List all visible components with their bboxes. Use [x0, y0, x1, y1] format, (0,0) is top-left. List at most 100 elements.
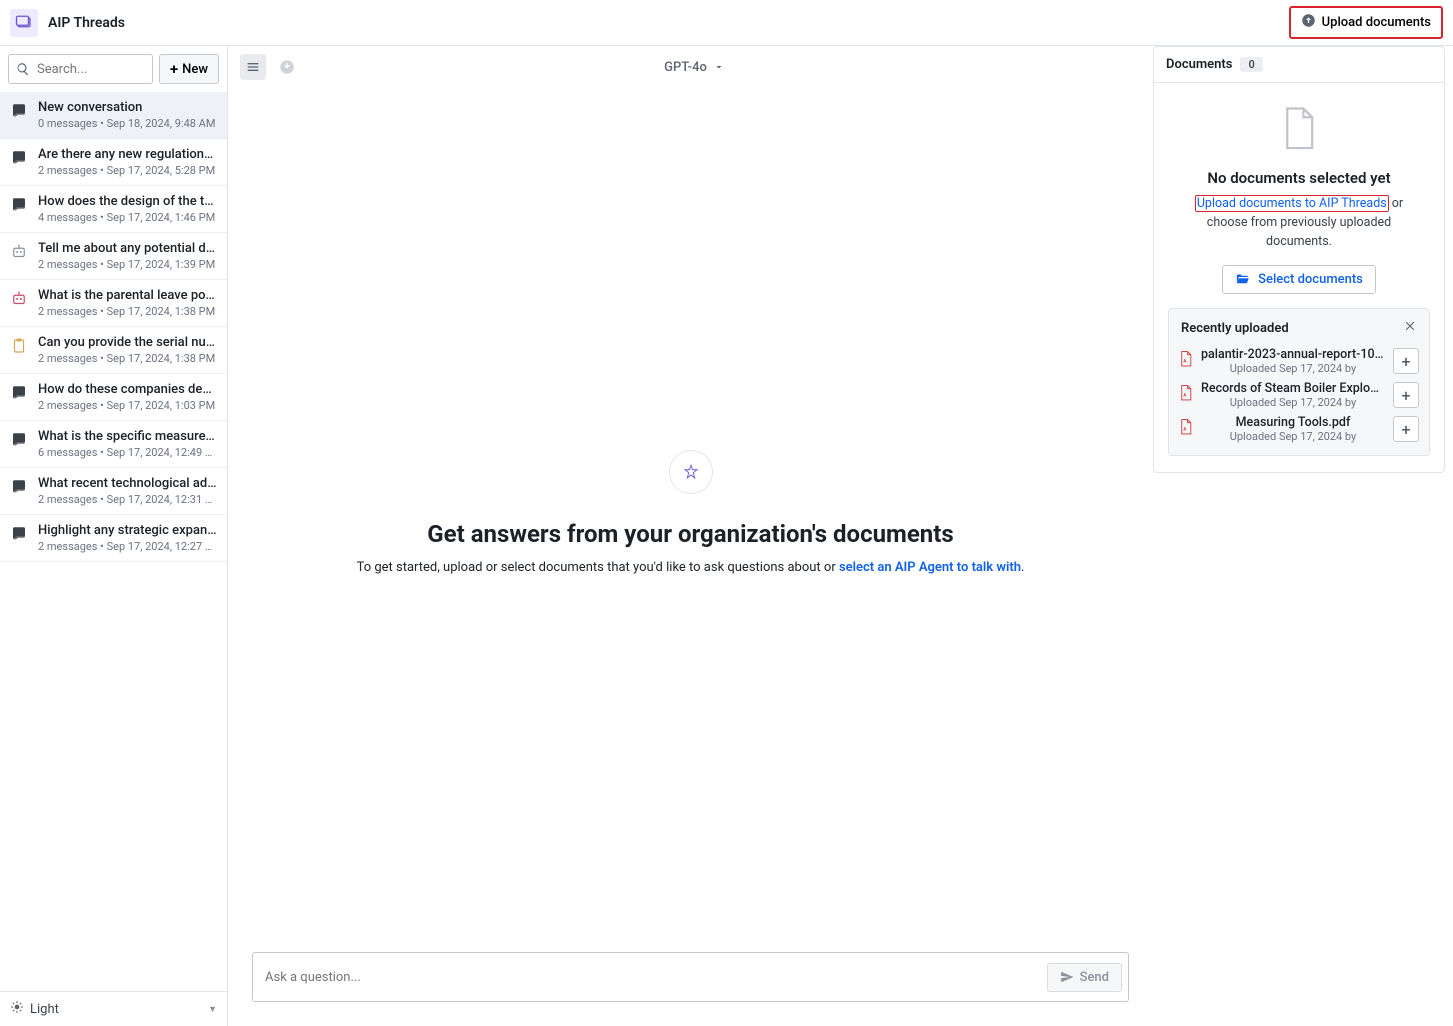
- chat-icon: [10, 149, 30, 177]
- close-recent-button[interactable]: [1403, 319, 1417, 337]
- recent-file-name: Records of Steam Boiler Explosion…: [1201, 381, 1385, 396]
- conversation-item[interactable]: New conversation0 messages • Sep 18, 202…: [0, 92, 227, 139]
- chevron-down-icon: [713, 61, 725, 73]
- app-root: AIP Threads Upload documents + New New: [0, 0, 1453, 1026]
- documents-empty-title: No documents selected yet: [1207, 169, 1390, 187]
- conversation-item[interactable]: How do these companies describ… 2 message…: [0, 374, 227, 421]
- center-column: GPT-4o Get answers from your organizatio…: [228, 46, 1153, 1026]
- sun-icon: [10, 1000, 24, 1018]
- conversation-item[interactable]: What is the specific measuremen…6 messag…: [0, 421, 227, 468]
- recent-header: Recently uploaded: [1169, 309, 1429, 347]
- chat-icon: [10, 196, 30, 224]
- recent-card: Recently uploaded Apalantir-2023-annual-…: [1168, 308, 1430, 456]
- conversation-item[interactable]: Can you provide the serial numb… 2 messag…: [0, 327, 227, 374]
- model-label: GPT-4o: [664, 60, 707, 75]
- question-input[interactable]: [265, 953, 1047, 1001]
- conversation-title: How do these companies describ…: [38, 382, 217, 397]
- center-subtext-suffix: .: [1021, 560, 1024, 575]
- search-wrap: [8, 54, 153, 84]
- recent-texts: palantir-2023-annual-report-10K.pdfUploa…: [1201, 347, 1385, 375]
- conversation-meta: 2 messages • Sep 17, 2024, 5:28 PM: [38, 164, 217, 177]
- add-document-button[interactable]: +: [1393, 348, 1419, 374]
- download-icon: [279, 59, 295, 75]
- svg-text:A: A: [1183, 428, 1186, 433]
- list-icon: [245, 59, 261, 75]
- conversation-title: What is the specific measuremen…: [38, 429, 217, 444]
- list-toggle-button[interactable]: [240, 54, 266, 80]
- pdf-icon: A: [1179, 351, 1193, 371]
- conversation-item[interactable]: What recent technological advan…2 messag…: [0, 468, 227, 515]
- documents-header: Documents 0: [1154, 47, 1444, 83]
- documents-empty-text: Upload documents to AIP Threads or choos…: [1179, 195, 1419, 251]
- clipboard-icon: [10, 337, 30, 365]
- robot-icon: [10, 243, 30, 271]
- conversation-title: Can you provide the serial numb…: [38, 335, 217, 350]
- conversation-text: New conversation0 messages • Sep 18, 202…: [38, 100, 215, 130]
- center-headline: Get answers from your organization's doc…: [427, 520, 953, 548]
- add-document-button[interactable]: +: [1393, 382, 1419, 408]
- conversation-list: New conversation0 messages • Sep 18, 202…: [0, 92, 227, 991]
- document-icon: [1281, 107, 1317, 155]
- sidebar: + New New conversation0 messages • Sep 1…: [0, 46, 228, 1026]
- documents-body: No documents selected yet Upload documen…: [1154, 83, 1444, 472]
- pdf-icon: A: [1179, 419, 1193, 439]
- app-icon: [10, 9, 38, 37]
- recent-file-meta: Uploaded Sep 17, 2024 by: [1201, 396, 1385, 409]
- close-icon: [1403, 319, 1417, 333]
- select-documents-button[interactable]: Select documents: [1222, 265, 1376, 294]
- recent-item: A Measuring Tools.pdfUploaded Sep 17, 202…: [1179, 415, 1419, 443]
- send-button[interactable]: Send: [1047, 963, 1122, 992]
- documents-card: Documents 0 No documents selected yet Up…: [1153, 46, 1445, 473]
- app-title: AIP Threads: [48, 15, 125, 31]
- chat-icon: [10, 102, 30, 130]
- orb-icon: [669, 450, 713, 494]
- upload-documents-link[interactable]: Upload documents to AIP Threads: [1195, 195, 1389, 212]
- conversation-meta: 2 messages • Sep 17, 2024, 12:31 PM: [38, 493, 217, 506]
- theme-selector[interactable]: Light ▼: [0, 991, 227, 1026]
- recent-file-name: palantir-2023-annual-report-10K.pdf: [1201, 347, 1385, 362]
- select-agent-link[interactable]: select an AIP Agent to talk with: [839, 560, 1021, 575]
- topbar-left: AIP Threads: [10, 9, 125, 37]
- conversation-item[interactable]: Highlight any strategic expansion…2 mess…: [0, 515, 227, 562]
- conversation-item[interactable]: How does the design of the taper …4 mess…: [0, 186, 227, 233]
- chat-icon: [10, 478, 30, 506]
- download-button[interactable]: [274, 54, 300, 80]
- chat-icon: [10, 384, 30, 412]
- conversation-title: Tell me about any potential disr…: [38, 241, 217, 256]
- new-conversation-button[interactable]: + New: [159, 54, 219, 84]
- plus-icon: +: [170, 60, 178, 78]
- conversation-item[interactable]: What is the parental leave policy?2 mess…: [0, 280, 227, 327]
- topbar: AIP Threads Upload documents: [0, 0, 1453, 46]
- recent-file-meta: Uploaded Sep 17, 2024 by: [1201, 362, 1385, 375]
- chevron-down-icon: ▼: [208, 1004, 217, 1015]
- conversation-text: How do these companies describ… 2 message…: [38, 382, 217, 412]
- model-selector[interactable]: GPT-4o: [308, 60, 1081, 75]
- conversation-text: What is the specific measuremen…6 messag…: [38, 429, 217, 459]
- conversation-title: Are there any new regulations ap…: [38, 147, 217, 162]
- center-subtext-prefix: To get started, upload or select documen…: [357, 560, 839, 575]
- svg-text:A: A: [1183, 360, 1186, 365]
- conversation-title: What is the parental leave policy?: [38, 288, 217, 303]
- add-document-button[interactable]: +: [1393, 416, 1419, 442]
- conversation-text: Tell me about any potential disr… 2 messa…: [38, 241, 217, 271]
- right-panel: Documents 0 No documents selected yet Up…: [1153, 46, 1453, 1026]
- chat-icon: [10, 431, 30, 459]
- conversation-item[interactable]: Tell me about any potential disr… 2 messa…: [0, 233, 227, 280]
- conversation-meta: 2 messages • Sep 17, 2024, 1:03 PM: [38, 399, 217, 412]
- chat-icon: [10, 525, 30, 553]
- question-box: Send: [252, 952, 1129, 1002]
- conversation-title: Highlight any strategic expansion…: [38, 523, 217, 538]
- upload-documents-button[interactable]: Upload documents: [1289, 6, 1443, 39]
- conversation-item[interactable]: Are there any new regulations ap… 2 messa…: [0, 139, 227, 186]
- conversation-meta: 2 messages • Sep 17, 2024, 1:38 PM: [38, 352, 217, 365]
- center-empty-state: Get answers from your organization's doc…: [228, 88, 1153, 936]
- conversation-meta: 2 messages • Sep 17, 2024, 1:39 PM: [38, 258, 217, 271]
- conversation-text: Are there any new regulations ap… 2 messa…: [38, 147, 217, 177]
- theme-label: Light: [30, 1002, 59, 1017]
- recent-list: Apalantir-2023-annual-report-10K.pdfUplo…: [1169, 347, 1429, 455]
- recent-texts: Measuring Tools.pdfUploaded Sep 17, 2024…: [1201, 415, 1385, 443]
- select-documents-label: Select documents: [1258, 272, 1363, 287]
- pdf-icon: A: [1179, 385, 1193, 405]
- recent-item: A Records of Steam Boiler Explosion…Uploa…: [1179, 381, 1419, 409]
- conversation-title: New conversation: [38, 100, 215, 115]
